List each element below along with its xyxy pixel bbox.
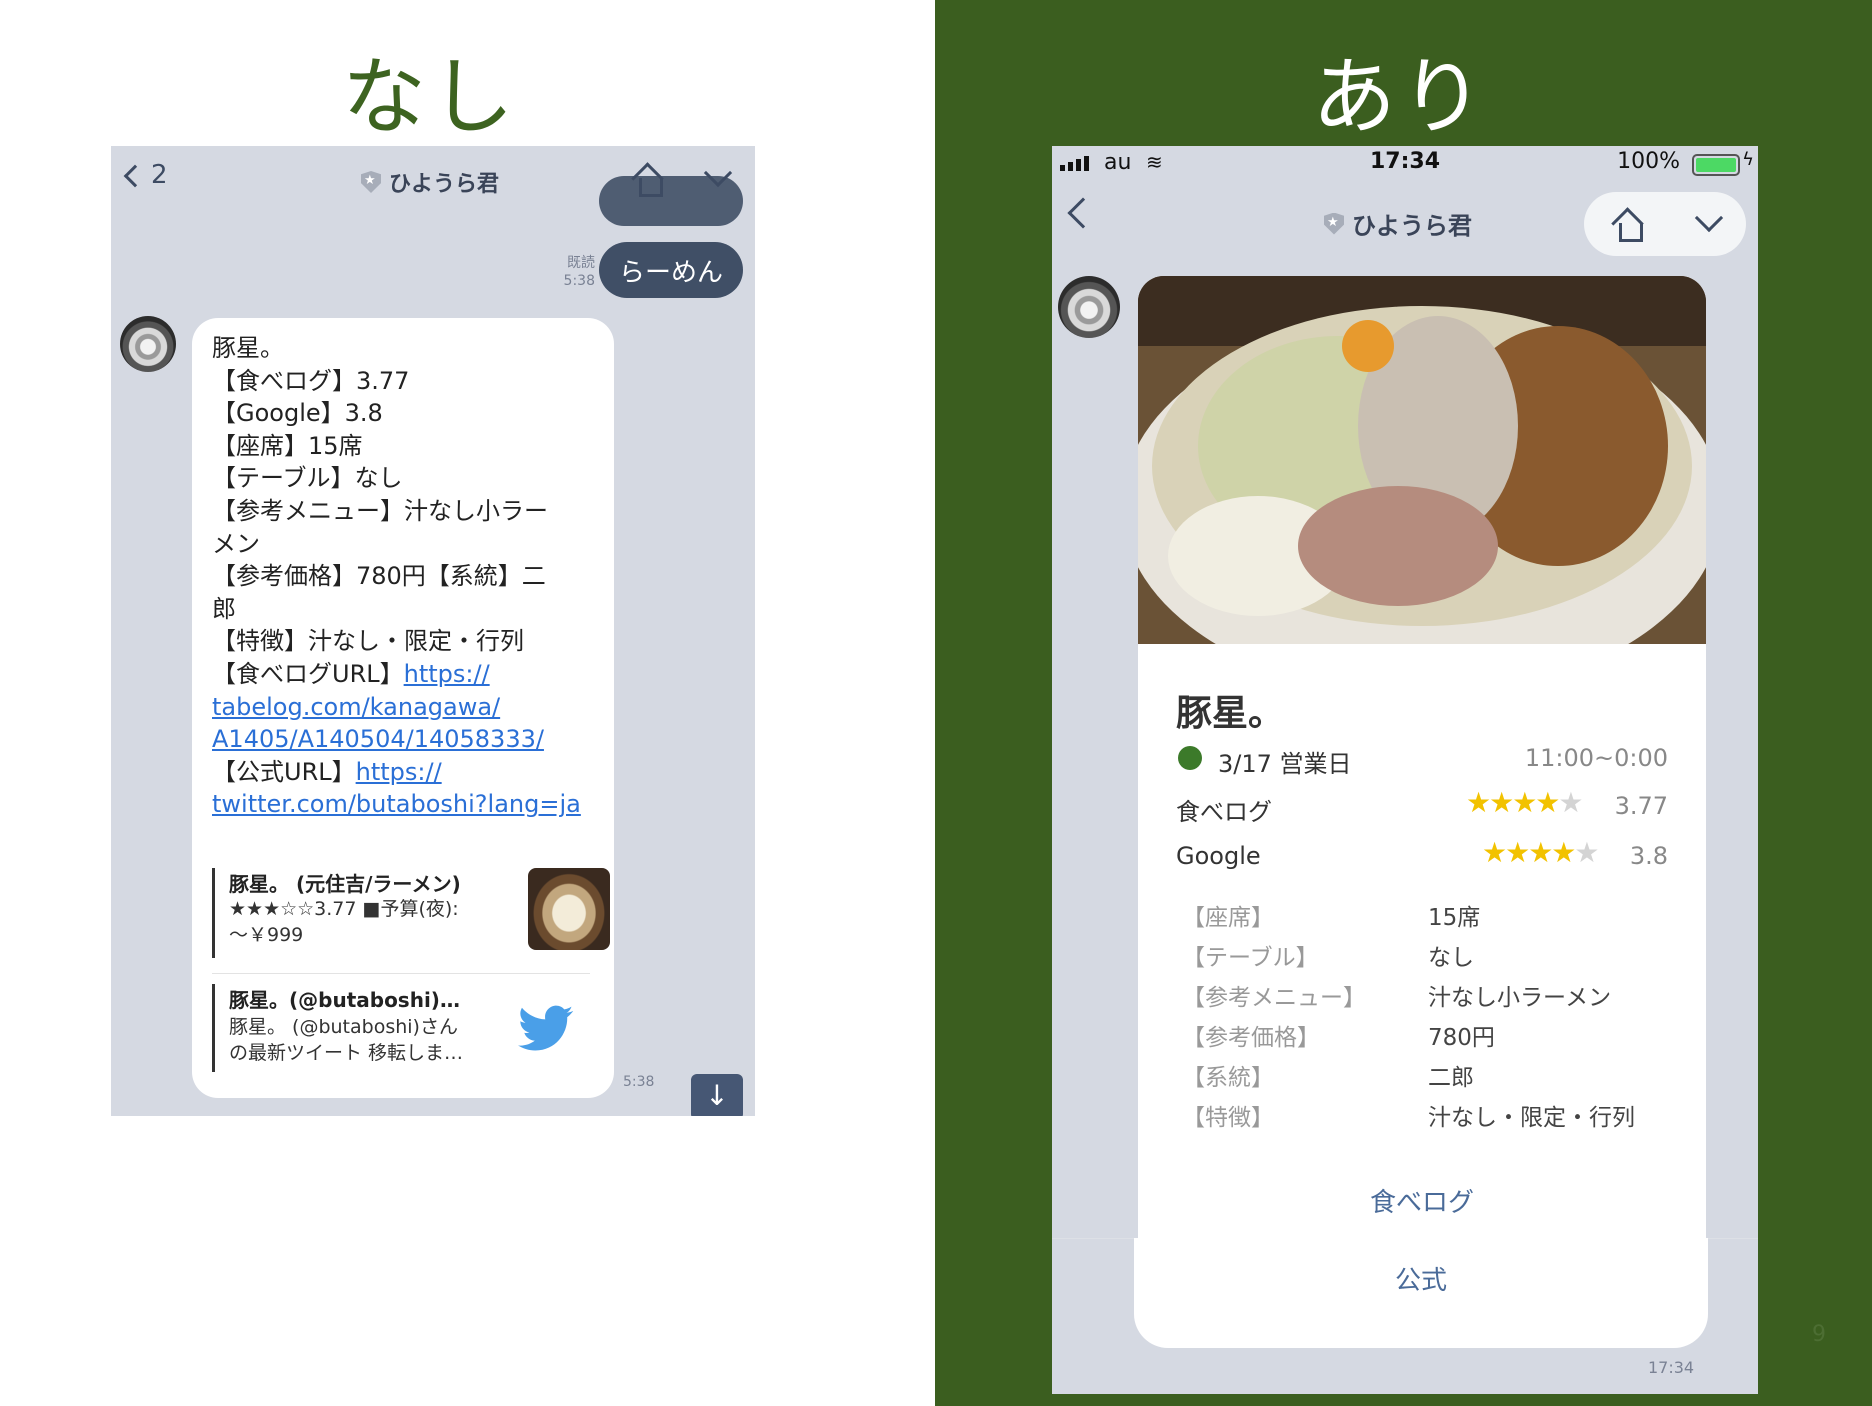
shield-icon: [1324, 212, 1344, 235]
message-line: 【座席】15席: [212, 431, 363, 460]
official-url-label: 【公式URL】: [212, 757, 356, 786]
card-title: 豚星。(@butaboshi)…: [229, 988, 460, 1012]
chat-title-text: ひようら君: [389, 172, 500, 197]
shop-info-card: 豚星。 3/17 営業日 11:00~0:00 食べログ ★★★★★ 3.77 …: [1138, 644, 1706, 1238]
detail-key: 【特徴】: [1182, 1105, 1274, 1131]
scroll-down-button[interactable]: ↓: [691, 1074, 743, 1116]
message-line: 【食べログ】3.77: [212, 366, 410, 395]
battery-icon: [1692, 154, 1740, 176]
status-bar: au ≋ 17:34 100% ϟ: [1052, 146, 1758, 182]
chat-title: ひようら君: [361, 166, 499, 198]
header-actions: [609, 154, 749, 204]
message-line: 【参考価格】780円【系統】二: [212, 562, 546, 591]
chat-header: 2 ひようら君: [111, 146, 755, 226]
official-button[interactable]: 公式: [1134, 1260, 1708, 1297]
open-day: 3/17 営業日: [1218, 750, 1352, 778]
card-description: 豚星。 (@butaboshi)さん: [229, 1016, 458, 1038]
bot-message-bubble: 豚星。 【食べログ】3.77 【Google】3.8 【座席】15席 【テーブル…: [192, 318, 614, 1098]
ramen-photo-image: [1138, 276, 1706, 644]
tabelog-link[interactable]: A1405/A140504/14058333/: [212, 723, 607, 756]
official-url-line: 【公式URL】https://: [212, 756, 607, 789]
tabelog-stars: ★★★★★: [1466, 786, 1584, 819]
card-rating: ★★★☆☆3.77 ■予算(夜):: [229, 898, 459, 920]
tabelog-url-line: 【食べログURL】https://: [212, 658, 607, 691]
opening-hours: 11:00~0:00: [1524, 744, 1668, 772]
detail-value: 780円: [1428, 1025, 1495, 1051]
detail-key: 【座席】: [1182, 905, 1274, 931]
chevron-left-icon: [123, 164, 147, 188]
read-time: 5:38: [563, 273, 595, 289]
bot-avatar[interactable]: [120, 316, 176, 372]
message-time: 17:34: [1648, 1358, 1695, 1377]
header-actions: [1584, 192, 1746, 256]
official-link[interactable]: https://: [356, 758, 442, 786]
detail-key: 【テーブル】: [1182, 945, 1319, 971]
tabelog-link[interactable]: https://: [404, 660, 490, 688]
detail-value: 汁なし小ラーメン: [1428, 985, 1612, 1011]
shop-name: 豚星。: [1176, 693, 1285, 734]
left-chat-screen: 2 ひようら君 既読 5:38 らーめん 豚星。 【食べログ】3.77 【Goo…: [111, 146, 755, 1116]
message-line: 郎: [212, 594, 236, 623]
detail-key: 【参考価格】: [1182, 1025, 1320, 1051]
chevron-down-icon[interactable]: [1694, 203, 1724, 233]
rating-label-tabelog: 食べログ: [1176, 798, 1272, 826]
left-heading: なし: [341, 48, 518, 146]
card-title: 豚星。 (元住吉/ラーメン): [229, 872, 461, 896]
detail-value: 二郎: [1428, 1065, 1474, 1091]
shield-icon: [361, 171, 381, 193]
google-stars: ★★★★★: [1482, 836, 1600, 869]
message-line: 【参考メニュー】汁なし小ラー: [212, 496, 548, 525]
detail-key: 【参考メニュー】: [1182, 985, 1366, 1011]
battery-percent: 100%: [1617, 149, 1680, 174]
message-line: メン: [212, 529, 260, 558]
ramen-thumbnail: [528, 868, 610, 950]
tabelog-url-label: 【食べログURL】: [212, 659, 404, 688]
chevron-down-icon[interactable]: [703, 158, 732, 188]
chat-title-text: ひようら君: [1352, 212, 1472, 240]
back-button[interactable]: [1067, 197, 1099, 229]
bot-message-text: 豚星。 【食べログ】3.77 【Google】3.8 【座席】15席 【テーブル…: [212, 332, 607, 821]
right-heading: あり: [1311, 48, 1488, 146]
chat-title: ひようら君: [1324, 206, 1472, 241]
card-budget: ～￥999: [229, 924, 304, 946]
tabelog-button[interactable]: 食べログ: [1138, 1182, 1706, 1219]
message-line: 豚星。: [212, 334, 284, 362]
message-line: 【テーブル】なし: [212, 464, 403, 493]
official-link[interactable]: twitter.com/butaboshi?lang=ja: [212, 788, 607, 821]
tabelog-link[interactable]: tabelog.com/kanagawa/: [212, 691, 607, 724]
message-line: 【Google】3.8: [212, 399, 383, 428]
bot-avatar[interactable]: [1058, 276, 1120, 338]
home-icon[interactable]: [1611, 209, 1645, 242]
card-description: の最新ツイート 移転しま…: [229, 1042, 464, 1064]
right-chat-screen: au ≋ 17:34 100% ϟ ひようら君: [1052, 146, 1758, 1394]
message-line: 【特徴】汁なし・限定・行列: [212, 627, 524, 656]
detail-key: 【系統】: [1182, 1065, 1274, 1091]
open-status-dot: [1178, 746, 1202, 770]
read-label: 既読: [567, 255, 595, 271]
message-time: 5:38: [623, 1074, 655, 1090]
detail-value: 15席: [1428, 905, 1481, 931]
slide: なし あり 2 ひようら君 既読 5:38 らーめん: [0, 0, 1872, 1406]
tabelog-preview-card[interactable]: 豚星。 (元住吉/ラーメン) ★★★☆☆3.77 ■予算(夜): ～￥999: [212, 868, 610, 958]
read-status: 既読 5:38: [541, 254, 595, 290]
user-message-bubble: らーめん: [599, 242, 743, 298]
rating-label-google: Google: [1176, 842, 1261, 870]
detail-value: なし: [1428, 945, 1474, 971]
card-divider: [212, 973, 590, 974]
detail-value: 汁なし・限定・行列: [1428, 1105, 1635, 1131]
home-icon[interactable]: [631, 164, 665, 197]
official-button-container: 公式: [1134, 1238, 1708, 1348]
twitter-bird-icon: [518, 1005, 574, 1051]
back-button[interactable]: 2: [123, 160, 168, 190]
chevron-left-icon: [1067, 197, 1099, 229]
twitter-preview-card[interactable]: 豚星。(@butaboshi)… 豚星。 (@butaboshi)さん の最新ツ…: [212, 984, 590, 1072]
rating-value-tabelog: 3.77: [1614, 792, 1668, 820]
ramen-photo[interactable]: [1138, 276, 1706, 644]
page-number: 9: [1812, 1322, 1826, 1347]
rating-value-google: 3.8: [1629, 842, 1668, 870]
unread-count: 2: [151, 160, 168, 190]
charging-icon: ϟ: [1742, 149, 1754, 170]
